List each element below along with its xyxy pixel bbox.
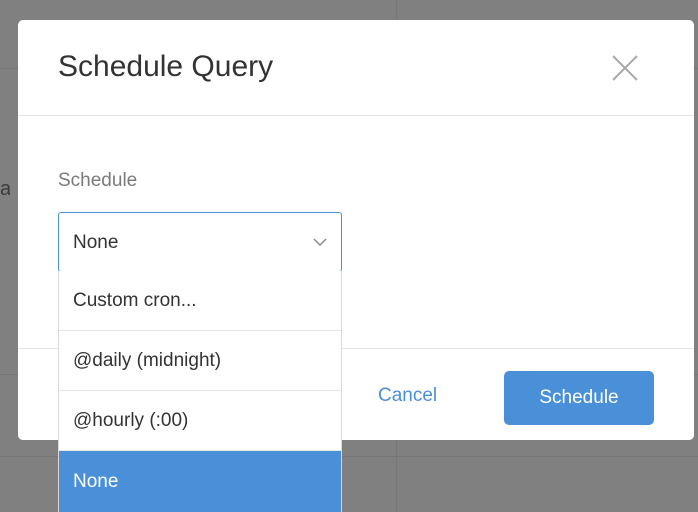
close-icon <box>612 55 638 81</box>
schedule-button[interactable]: Schedule <box>504 371 654 425</box>
schedule-dropdown-menu: Custom cron... @daily (midnight) @hourly… <box>58 271 342 512</box>
option-hourly[interactable]: @hourly (:00) <box>59 391 341 451</box>
schedule-label: Schedule <box>58 170 138 191</box>
close-button[interactable] <box>610 53 640 83</box>
cancel-button[interactable]: Cancel <box>378 385 437 407</box>
schedule-select-value: None <box>73 232 119 253</box>
option-none[interactable]: None <box>59 451 341 512</box>
option-daily[interactable]: @daily (midnight) <box>59 331 341 391</box>
chevron-down-icon <box>313 238 327 247</box>
option-custom-cron[interactable]: Custom cron... <box>59 271 341 331</box>
modal-title: Schedule Query <box>58 50 274 83</box>
background-text: a <box>0 178 10 200</box>
modal-header: Schedule Query <box>18 20 694 116</box>
schedule-select[interactable]: None <box>58 212 342 272</box>
